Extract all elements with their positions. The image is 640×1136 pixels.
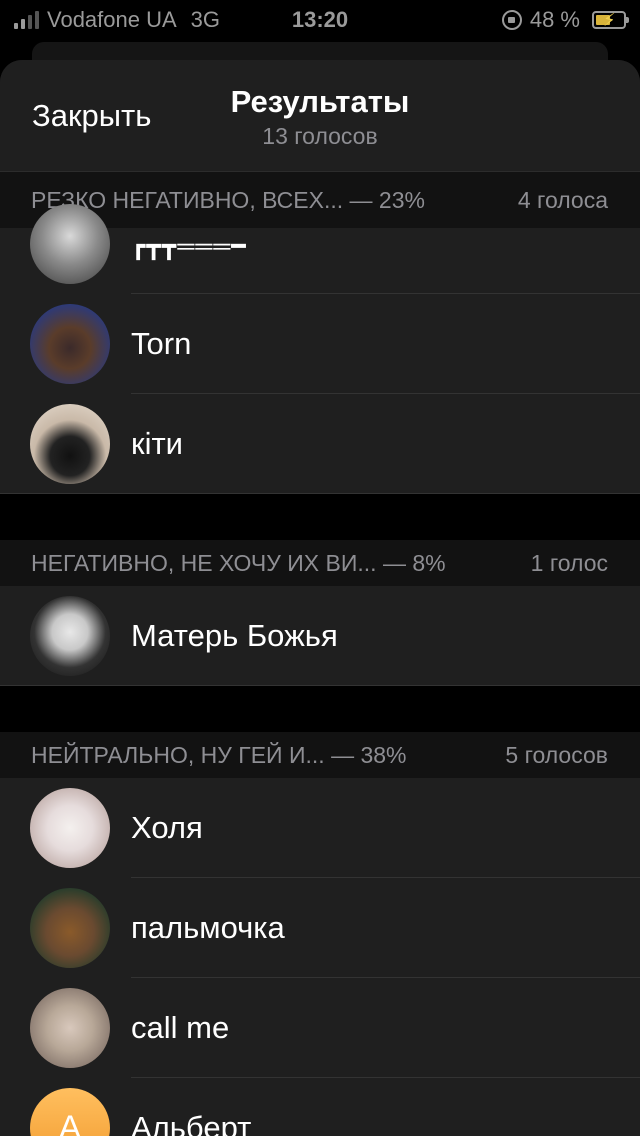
voter-name: Torn [131,326,192,361]
avatar [30,204,110,284]
section-title: НЕЙТРАЛЬНО, НУ ГЕЙ И... — 38% [31,741,407,768]
carrier-name: Vodafone UA [47,7,177,32]
screen: Vodafone UA 3G 13:20 48 % ⚡ Закрыть Резу… [0,0,640,1136]
page-title: Результаты [230,84,410,119]
avatar [30,788,110,868]
avatar [30,988,110,1068]
battery-percent: 48 % [529,7,580,32]
section-count: 4 голоса [517,186,608,213]
voter-row[interactable]: Torn [0,294,640,394]
voter-row[interactable]: call me [0,978,640,1078]
section-count: 5 голосов [505,741,608,768]
voter-row[interactable]: ┏┳┳═══━ [0,204,640,294]
letter-avatar: A [30,1088,110,1136]
voter-name: Альберт [131,1110,252,1136]
network-type: 3G [190,7,221,32]
voter-row[interactable]: Матерь Божья [0,586,640,686]
voter-row[interactable]: кіти [0,394,640,494]
section-count: 1 голос [530,549,608,576]
avatar [30,304,110,384]
voter-list: Холя пальмочка call me A Альберт [0,778,640,1136]
orientation-lock-icon [501,10,522,30]
voter-name: кіти [131,426,183,461]
voter-name: Матерь Божья [131,618,338,653]
results-sheet: Закрыть Результаты 13 голосов РЕЗКО НЕГА… [0,60,640,1136]
charging-bolt-icon: ⚡ [603,10,616,30]
voter-name: Холя [131,810,203,845]
voter-list: Матерь Божья [0,586,640,686]
avatar [30,888,110,968]
voter-row[interactable]: A Альберт [0,1078,640,1136]
vote-count-subtitle: 13 голосов [262,123,378,149]
section-header: НЕЙТРАЛЬНО, НУ ГЕЙ И... — 38% 5 голосов [0,686,640,778]
voter-row[interactable]: Холя [0,778,640,878]
voter-list: ┏┳┳═══━ Torn кіти [0,204,640,494]
avatar [30,596,110,676]
status-right: 48 % ⚡ [501,7,629,33]
navigation-bar: Закрыть Результаты 13 голосов [0,60,640,172]
voter-row[interactable]: пальмочка [0,878,640,978]
avatar [30,404,110,484]
battery-icon: ⚡ [592,10,629,30]
voter-name: пальмочка [131,910,285,945]
voter-name: call me [131,1010,230,1045]
voter-name: ┏┳┳═══━ [131,233,247,260]
status-bar: Vodafone UA 3G 13:20 48 % ⚡ [0,0,640,40]
signal-icon [14,11,39,29]
section-title: НЕГАТИВНО, НЕ ХОЧУ ИХ ВИ... — 8% [31,549,446,576]
section-header: НЕГАТИВНО, НЕ ХОЧУ ИХ ВИ... — 8% 1 голос [0,494,640,586]
